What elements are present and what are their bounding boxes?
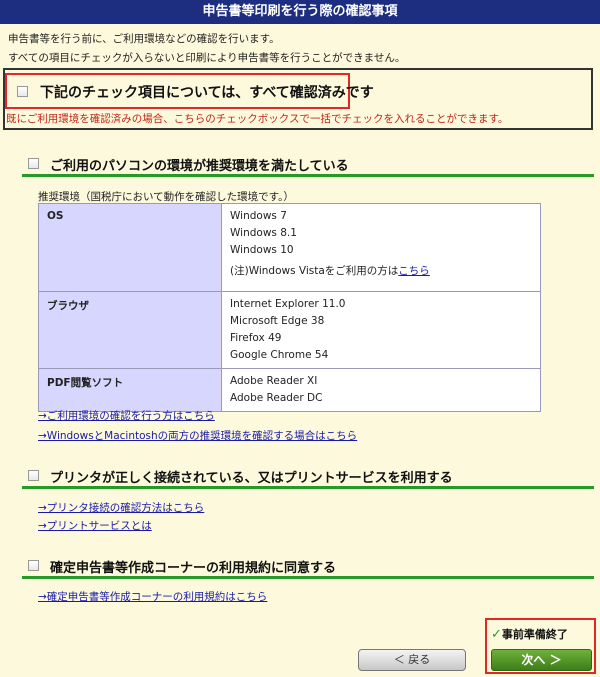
check-icon: ✓ <box>491 627 502 642</box>
vista-link[interactable]: こちら <box>398 265 430 277</box>
section-divider <box>22 174 594 177</box>
os-values: Windows 7 Windows 8.1 Windows 10 (注)Wind… <box>221 203 541 292</box>
os-value: Windows 7 <box>230 210 287 222</box>
table-row: ブラウザ Internet Explorer 11.0 Microsoft Ed… <box>38 291 541 369</box>
terms-checkbox[interactable] <box>28 560 39 571</box>
section-divider <box>22 486 594 489</box>
os-value: Windows 10 <box>230 244 294 256</box>
browser-value: Firefox 49 <box>230 332 282 344</box>
table-row: OS Windows 7 Windows 8.1 Windows 10 (注)W… <box>38 203 541 292</box>
printer-section-title[interactable]: プリンタが正しく接続されている、又はプリントサービスを利用する <box>50 467 453 486</box>
table-row: PDF閲覧ソフト Adobe Reader XI Adobe Reader DC <box>38 368 541 412</box>
prep-done-text: 事前準備終了 <box>501 628 568 641</box>
printer-connection-link[interactable]: →プリンタ接続の確認方法はこちら <box>38 500 204 515</box>
vista-note: (注)Windows Vistaをご利用の方はこちら <box>230 263 532 280</box>
pdf-values: Adobe Reader XI Adobe Reader DC <box>221 368 541 412</box>
back-button[interactable]: ＜ 戻る <box>358 649 466 671</box>
os-value: Windows 8.1 <box>230 227 297 239</box>
env-section-title[interactable]: ご利用のパソコンの環境が推奨環境を満たしている <box>50 155 349 174</box>
os-header: OS <box>38 203 222 292</box>
printer-checkbox[interactable] <box>28 470 39 481</box>
win-mac-env-link[interactable]: →WindowsとMacintoshの両方の推奨環境を確認する場合はこちら <box>38 428 357 443</box>
page-title: 申告書等印刷を行う際の確認事項 <box>0 0 600 24</box>
pdf-value: Adobe Reader DC <box>230 392 323 404</box>
check-all-label[interactable]: 下記のチェック項目については、すべて確認済みです <box>40 82 374 102</box>
env-table: OS Windows 7 Windows 8.1 Windows 10 (注)W… <box>38 203 541 412</box>
browser-value: Internet Explorer 11.0 <box>230 298 346 310</box>
next-button[interactable]: 次へ ＞ <box>491 649 592 671</box>
env-checkbox[interactable] <box>28 158 39 169</box>
browser-value: Google Chrome 54 <box>230 349 329 361</box>
intro-line-1: 申告書等を行う前に、ご利用環境などの確認を行います。 <box>8 33 280 45</box>
terms-section-title[interactable]: 確定申告書等作成コーナーの利用規約に同意する <box>50 557 336 576</box>
env-check-link[interactable]: →ご利用環境の確認を行う方はこちら <box>38 408 215 423</box>
browser-header: ブラウザ <box>38 291 222 369</box>
intro-line-2: すべての項目にチェックが入らないと印刷により申告書等を行うことができません。 <box>8 52 406 64</box>
browser-values: Internet Explorer 11.0 Microsoft Edge 38… <box>221 291 541 369</box>
section-divider <box>22 576 594 579</box>
check-all-note: 既にご利用環境を確認済みの場合、こちらのチェックボックスで一括でチェックを入れる… <box>6 113 509 125</box>
pdf-value: Adobe Reader XI <box>230 375 318 387</box>
pdf-header: PDF閲覧ソフト <box>38 368 222 412</box>
prep-done-label: ✓事前準備終了 <box>491 626 568 642</box>
vista-note-text: (注)Windows Vistaをご利用の方は <box>230 265 399 277</box>
terms-link[interactable]: →確定申告書等作成コーナーの利用規約はこちら <box>38 589 267 604</box>
browser-value: Microsoft Edge 38 <box>230 315 325 327</box>
env-caption: 推奨環境（国税庁において動作を確認した環境です。） <box>38 191 294 203</box>
check-all-checkbox[interactable] <box>17 86 28 97</box>
print-service-link[interactable]: →プリントサービスとは <box>38 518 152 533</box>
